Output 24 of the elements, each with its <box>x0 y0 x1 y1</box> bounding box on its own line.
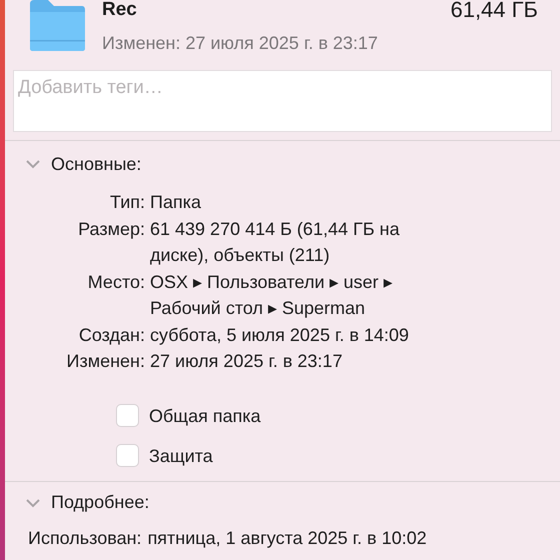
field-label: Создан: <box>78 324 145 347</box>
field-value: 27 июля 2025 г. в 23:17 <box>150 350 344 373</box>
field-label: Размер: <box>77 218 145 241</box>
section-title: Подробнее: <box>51 491 150 514</box>
field-label: Тип: <box>108 191 145 214</box>
field-value: 61 439 270 414 Б (61,44 ГБ на диске), объекты (211) <box>150 218 400 267</box>
field-value: суббота, 5 июля 2025 г. в 14:09 <box>150 324 410 347</box>
tags-field[interactable]: Добавить теги… <box>13 70 552 132</box>
field-label: Использован: <box>28 526 142 550</box>
modified-date: Изменен: 27 июля 2025 г. в 23:17 <box>102 32 379 55</box>
field-value: Папка <box>150 191 202 214</box>
folder-icon <box>28 0 86 52</box>
field-label: Изменен: <box>66 350 145 373</box>
field-label: Место: <box>86 270 145 294</box>
section-title: Основные: <box>51 152 142 176</box>
folder-size: 61,44 ГБ <box>450 0 538 20</box>
chevron-icon[interactable] <box>25 159 41 169</box>
checkbox[interactable] <box>116 444 139 467</box>
chevron-icon[interactable] <box>25 498 41 508</box>
checkbox-label: Защита <box>149 444 213 468</box>
checkbox[interactable] <box>116 404 139 427</box>
folder-name: Rec <box>102 0 137 20</box>
field-value: пятница, 1 августа 2025 г. в 10:02 <box>148 526 427 550</box>
checkbox-label: Общая папка <box>149 404 261 428</box>
